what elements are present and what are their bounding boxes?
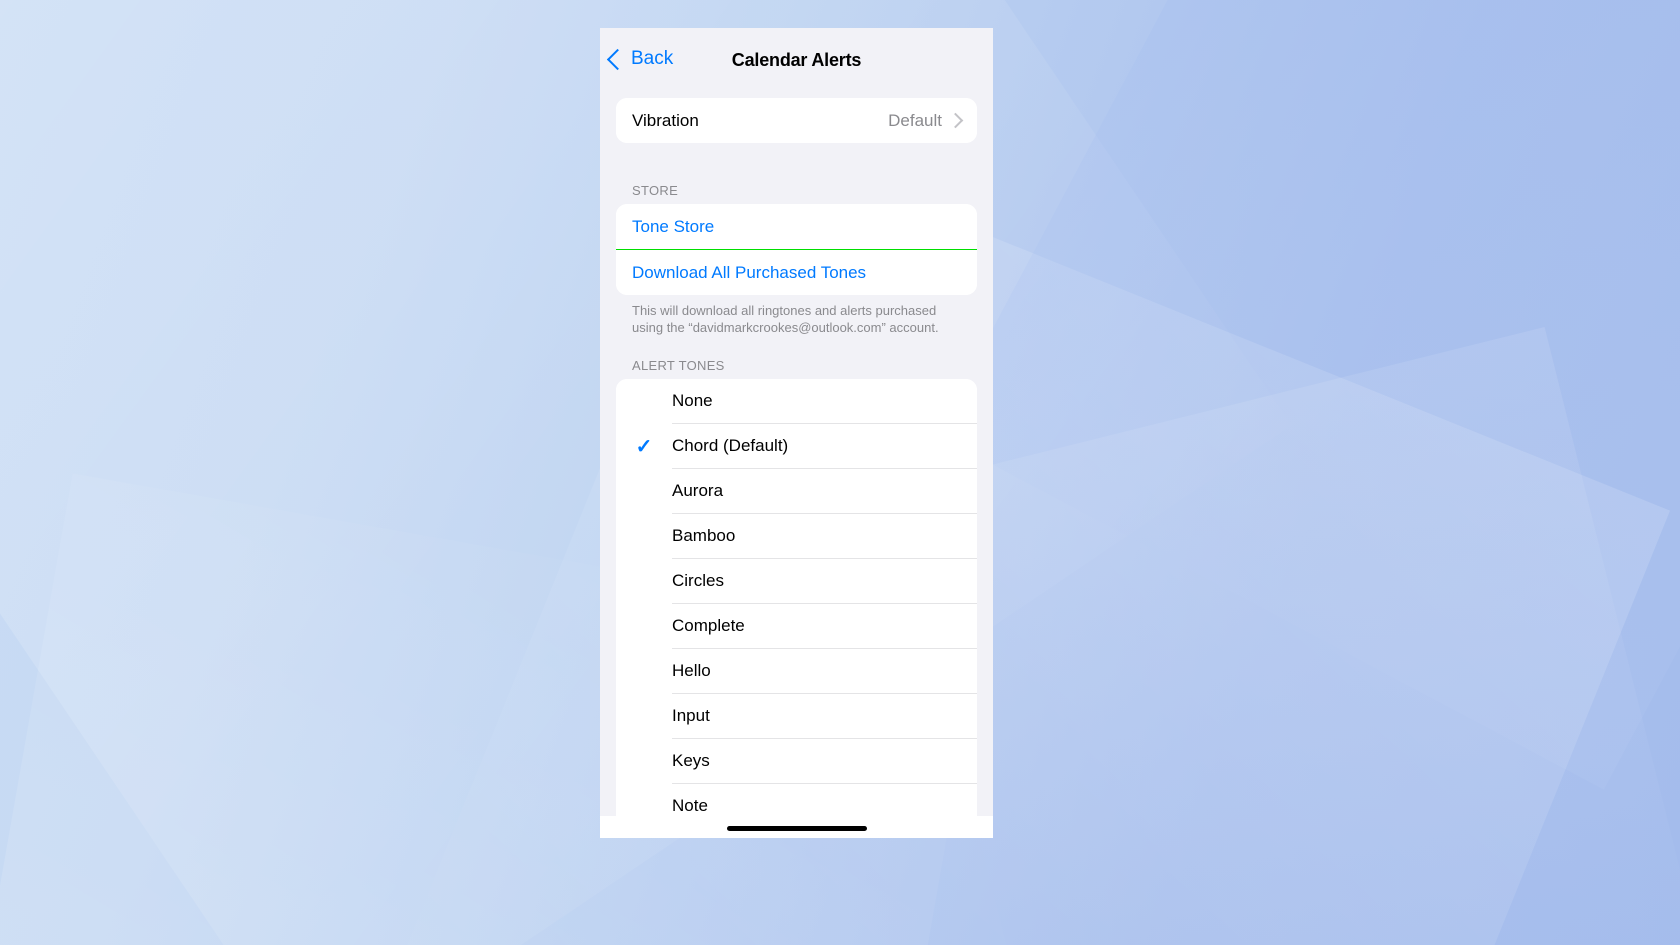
tone-row[interactable]: Complete [616, 604, 977, 649]
home-indicator[interactable] [726, 826, 867, 831]
tone-row[interactable]: ✓ Chord (Default) [616, 424, 977, 469]
checkmark-icon: ✓ [635, 435, 653, 458]
download-all-purchased-tones-label: Download All Purchased Tones [632, 262, 867, 282]
tone-row[interactable]: Bamboo [616, 514, 977, 559]
vibration-label: Vibration [632, 110, 699, 130]
page-title: Calendar Alerts [731, 50, 862, 70]
vibration-value: Default [888, 110, 942, 130]
tone-name-label: Bamboo [672, 526, 736, 546]
alert-tones-list: None ✓ Chord (Default) Aurora Bamboo Circles C… [616, 379, 977, 829]
phone-screen: Back Calendar Alerts Vibration Default S… [600, 28, 993, 838]
spacer-after-vibration [616, 143, 977, 183]
tone-row[interactable]: Hello [616, 649, 977, 694]
tone-store-label: Tone Store [632, 216, 715, 236]
wallpaper-facet-3 [936, 0, 1680, 790]
tone-row[interactable]: Keys [616, 739, 977, 784]
settings-content: Vibration Default STORE Tone Store Downl… [600, 98, 993, 829]
home-indicator-area [600, 816, 993, 838]
download-all-purchased-tones-row[interactable]: Download All Purchased Tones [616, 250, 977, 295]
tone-name-label: None [672, 391, 713, 411]
store-card: Tone Store Download All Purchased Tones [616, 204, 977, 295]
tone-row[interactable]: Input [616, 694, 977, 739]
store-section-header: STORE [632, 183, 679, 198]
tone-store-highlight-wrapper: Tone Store [616, 204, 977, 252]
tone-row[interactable]: None [616, 379, 977, 424]
wallpaper-facet-4 [892, 326, 1680, 945]
vibration-row[interactable]: Vibration Default [616, 98, 977, 143]
navigation-bar: Back Calendar Alerts [600, 28, 993, 98]
store-footer-line-1: This will download all ringtones and ale… [632, 303, 937, 318]
tone-name-label: Keys [672, 751, 710, 771]
chevron-right-icon [947, 112, 964, 129]
tone-name-label: Input [672, 706, 710, 726]
tone-row[interactable]: Circles [616, 559, 977, 604]
tone-name-label: Note [672, 796, 708, 816]
tone-name-label: Aurora [672, 481, 724, 501]
vibration-card: Vibration Default [616, 98, 977, 143]
tone-store-row[interactable]: Tone Store [616, 204, 977, 249]
wallpaper-facet-2 [345, 132, 1671, 945]
tone-name-label: Chord (Default) [672, 436, 789, 456]
tone-name-label: Complete [672, 616, 745, 636]
alert-tones-section-header: ALERT TONES [632, 358, 725, 374]
tone-name-label: Hello [672, 661, 711, 681]
store-section-footer: This will download all ringtones and ale… [616, 295, 977, 336]
store-footer-line-2: using the “davidmarkcrookes@outlook.com”… [632, 320, 939, 336]
tone-row[interactable]: Aurora [616, 469, 977, 514]
tone-name-label: Circles [672, 571, 724, 591]
spacer-after-store [616, 336, 977, 358]
